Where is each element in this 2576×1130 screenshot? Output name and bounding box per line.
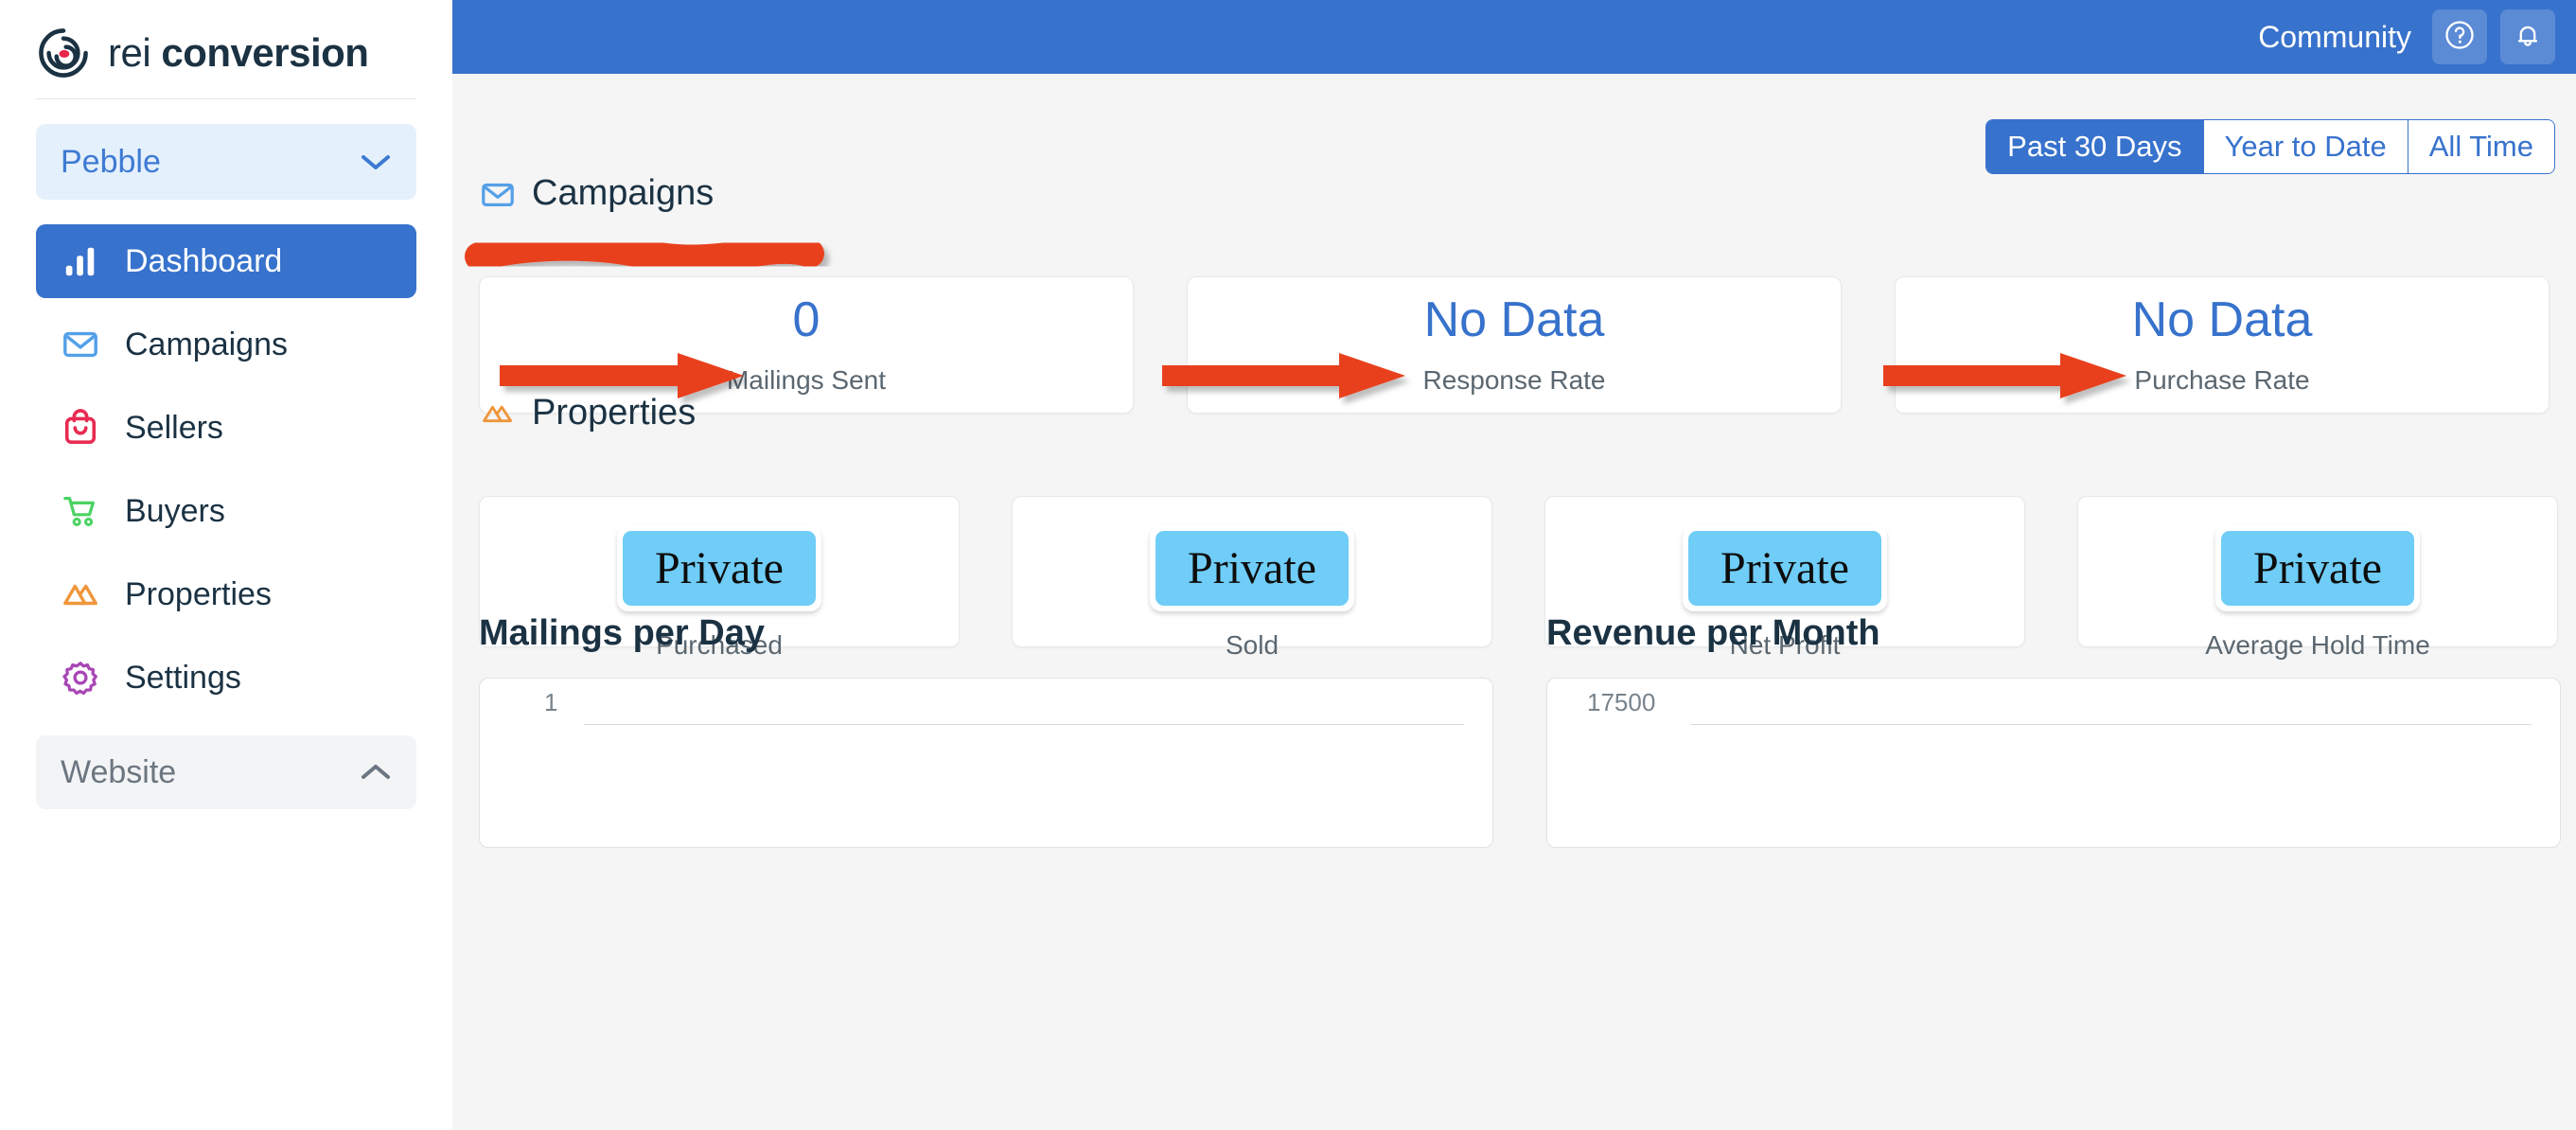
stat-label: Response Rate bbox=[1422, 364, 1606, 395]
shopping-cart-icon bbox=[61, 491, 100, 531]
brand-title: rei conversion bbox=[108, 30, 369, 76]
shopping-bag-icon bbox=[61, 408, 100, 448]
sidebar-item-properties[interactable]: Properties bbox=[36, 557, 416, 631]
private-badge-wrap: Private bbox=[2215, 525, 2420, 612]
notifications-button[interactable] bbox=[2500, 9, 2555, 64]
range-button-year-to-date[interactable]: Year to Date bbox=[2203, 120, 2408, 173]
stat-value: No Data bbox=[2131, 291, 2313, 347]
sidebar: rei conversion Pebble Dashboard Campaign… bbox=[0, 0, 452, 1130]
sidebar-item-label: Sellers bbox=[125, 409, 223, 446]
y-axis-tick: 17500 bbox=[1587, 688, 1656, 716]
account-selector[interactable]: Pebble bbox=[36, 124, 416, 200]
gear-icon bbox=[61, 658, 100, 697]
envelope-icon bbox=[61, 325, 100, 364]
dashboard-page: rei conversion Pebble Dashboard Campaign… bbox=[0, 0, 2576, 1130]
stat-label: Purchase Rate bbox=[2134, 364, 2310, 395]
sidebar-item-dashboard[interactable]: Dashboard bbox=[36, 224, 416, 298]
brand-title-light: rei bbox=[108, 30, 151, 75]
private-badge: Private bbox=[1156, 531, 1349, 607]
chart-card-revenue-per-month[interactable]: 17500 bbox=[1546, 678, 2561, 848]
chart-title-revenue-per-month: Revenue per Month bbox=[1546, 613, 1880, 653]
private-badge: Private bbox=[1688, 531, 1881, 607]
bar-chart-icon bbox=[61, 241, 100, 281]
community-link[interactable]: Community bbox=[2258, 20, 2411, 55]
sidebar-item-settings[interactable]: Settings bbox=[36, 641, 416, 715]
stat-card-purchase-rate[interactable]: No Data Purchase Rate bbox=[1895, 276, 2550, 414]
range-button-all-time[interactable]: All Time bbox=[2408, 120, 2554, 173]
private-badge-wrap: Private bbox=[617, 525, 821, 612]
campaigns-heading-title: Campaigns bbox=[532, 173, 715, 213]
sidebar-item-buyers[interactable]: Buyers bbox=[36, 474, 416, 548]
range-button-past-30-days[interactable]: Past 30 Days bbox=[1986, 120, 2204, 173]
top-bar: Community bbox=[452, 0, 2576, 74]
property-label: Sold bbox=[1225, 630, 1279, 661]
spiral-logo-icon bbox=[36, 26, 91, 80]
private-badge-wrap: Private bbox=[1150, 525, 1354, 612]
chart-title-mailings-per-day: Mailings per Day bbox=[479, 613, 765, 653]
chevron-up-icon bbox=[360, 763, 392, 782]
properties-heading-title: Properties bbox=[532, 393, 697, 433]
property-card-sold[interactable]: Private Sold bbox=[1012, 496, 1492, 660]
account-name: Pebble bbox=[61, 143, 161, 180]
sidebar-item-label: Properties bbox=[125, 575, 272, 612]
property-card-average-hold-time[interactable]: Private Average Hold Time bbox=[2077, 496, 2558, 660]
bell-icon bbox=[2511, 18, 2545, 57]
sidebar-item-label: Dashboard bbox=[125, 242, 283, 279]
sidebar-item-campaigns[interactable]: Campaigns bbox=[36, 308, 416, 381]
sidebar-item-label: Settings bbox=[125, 659, 241, 696]
brand-title-bold: conversion bbox=[161, 30, 369, 75]
sidebar-item-label: Buyers bbox=[125, 492, 225, 529]
sidebar-nav: Dashboard Campaigns Sellers Buyers Prope… bbox=[36, 224, 416, 715]
y-axis-tick: 1 bbox=[544, 688, 558, 716]
properties-heading: Properties bbox=[479, 393, 696, 433]
campaigns-heading: Campaigns bbox=[479, 173, 714, 214]
property-label: Average Hold Time bbox=[2205, 630, 2430, 661]
sidebar-divider bbox=[36, 98, 416, 99]
chart-card-mailings-per-day[interactable]: 1 bbox=[479, 678, 1493, 848]
date-range-toggle: Past 30 Days Year to Date All Time bbox=[1985, 119, 2555, 174]
chart-gridline bbox=[584, 724, 1464, 725]
question-circle-icon bbox=[2443, 18, 2477, 57]
chart-gridline bbox=[1691, 724, 2532, 725]
help-button[interactable] bbox=[2432, 9, 2487, 64]
brand-logo-area[interactable]: rei conversion bbox=[36, 0, 416, 85]
mountain-icon bbox=[479, 395, 517, 433]
stat-label: Mailings Sent bbox=[726, 364, 887, 395]
sidebar-item-sellers[interactable]: Sellers bbox=[36, 391, 416, 465]
main-content: Past 30 Days Year to Date All Time Campa… bbox=[452, 74, 2576, 1130]
envelope-icon bbox=[479, 175, 517, 213]
sidebar-section-label: Website bbox=[61, 753, 177, 790]
sidebar-section-website[interactable]: Website bbox=[36, 735, 416, 809]
stat-value: 0 bbox=[792, 291, 820, 347]
chevron-down-icon bbox=[360, 152, 392, 171]
stat-card-response-rate[interactable]: No Data Response Rate bbox=[1187, 276, 1842, 414]
sidebar-item-label: Campaigns bbox=[125, 326, 288, 362]
private-badge: Private bbox=[623, 531, 816, 607]
private-badge-wrap: Private bbox=[1683, 525, 1887, 612]
stat-value: No Data bbox=[1423, 291, 1605, 347]
mountain-icon bbox=[61, 574, 100, 614]
private-badge: Private bbox=[2221, 531, 2414, 607]
